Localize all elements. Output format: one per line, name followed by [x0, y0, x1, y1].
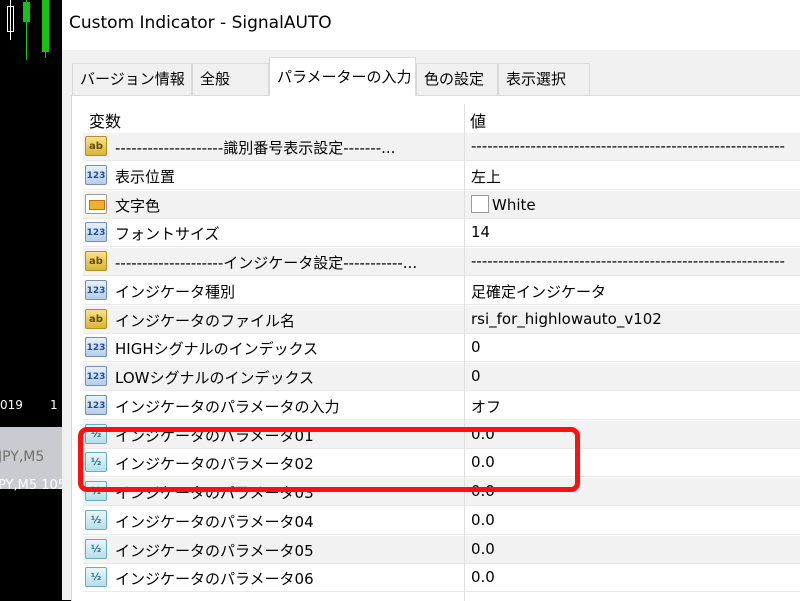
parameter-value[interactable]: 0.0 — [471, 511, 800, 529]
parameter-name: インジケータのパラメータ01 — [115, 426, 314, 445]
tab-display-selection[interactable]: 表示選択 — [498, 63, 590, 95]
parameter-name: インジケータ種別 — [115, 282, 236, 301]
parameter-name: LOWシグナルのインデックス — [115, 369, 315, 387]
parameter-value[interactable]: オフ — [471, 396, 800, 417]
column-separator[interactable] — [464, 104, 465, 601]
parameter-name: インジケータのパラメータ05 — [115, 541, 314, 560]
parameter-name: 表示位置 — [115, 167, 176, 186]
parameter-name: インジケータのパラメータの入力 — [115, 397, 340, 416]
table-row[interactable]: ab --------------------識別番号表示設定-------...… — [83, 133, 800, 161]
table-row[interactable]: ½ インジケータのパラメータ02 0.0 — [83, 449, 800, 478]
parameter-value[interactable]: 0.0 — [471, 453, 800, 471]
parameter-value[interactable]: 0.0 — [471, 540, 800, 558]
parameter-panel: 変数 値 ab --------------------識別番号表示設定-----… — [71, 95, 800, 601]
chart-candle — [7, 6, 14, 32]
half-icon: ½ — [85, 538, 107, 559]
table-row[interactable]: ab インジケータのファイル名 rsi_for_highlowauto_v102 — [83, 305, 800, 334]
tab-general[interactable]: 全般 — [192, 63, 269, 95]
parameter-name: インジケータのファイル名 — [115, 311, 296, 330]
parameter-name: フォントサイズ — [115, 225, 220, 244]
color-swatch — [471, 194, 489, 213]
parameter-name: --------------------インジケータ設定-----------.… — [115, 254, 418, 272]
123-icon: 123 — [85, 222, 107, 243]
chart-bottom-label: PY,M5 105 — [0, 478, 62, 493]
half-icon: ½ — [85, 452, 107, 473]
parameter-value[interactable]: 0.0 — [471, 482, 800, 500]
table-row[interactable]: 123 表示位置 左上 — [83, 162, 800, 190]
table-row[interactable]: ½ インジケータのパラメータ01 0.0 — [83, 420, 800, 449]
table-row[interactable]: 123 LOWシグナルのインデックス 0 — [83, 363, 800, 391]
table-row[interactable]: ab --------------------インジケータ設定----------… — [83, 248, 800, 276]
parameter-value[interactable]: 0.0 — [471, 568, 800, 586]
half-icon: ½ — [85, 509, 107, 530]
parameter-value[interactable]: 14 — [471, 223, 800, 241]
tab-parameter-input[interactable]: パラメーターの入力 — [269, 57, 416, 96]
chart-date-label-2: 1 — [50, 398, 58, 412]
tabs-area: バージョン情報 全般 パラメーターの入力 色の設定 表示選択 変数 値 ab --… — [62, 50, 800, 601]
parameter-value[interactable]: rsi_for_highlowauto_v102 — [471, 310, 800, 328]
ab-icon: ab — [85, 251, 107, 271]
half-icon: ½ — [85, 423, 107, 444]
table-row[interactable]: ½ インジケータのパラメータ04 0.0 — [83, 507, 800, 535]
parameter-value[interactable]: 0.0 — [471, 425, 800, 443]
tab-version-info[interactable]: バージョン情報 — [72, 63, 192, 95]
parameter-name: インジケータのパラメータ02 — [115, 455, 314, 474]
title-bar[interactable]: Custom Indicator - SignalAUTO — [62, 0, 800, 50]
table-row[interactable]: ½ インジケータのパラメータ05 0.0 — [83, 535, 800, 564]
parameter-name: インジケータのパラメータ04 — [115, 512, 314, 531]
chart-date-label: 019 — [0, 398, 23, 412]
parameter-value[interactable]: 0 — [471, 367, 800, 385]
ab-icon: ab — [85, 308, 107, 329]
color-icon — [85, 193, 107, 214]
table-row[interactable]: ½ インジケータのパラメータ03 0.0 — [83, 478, 800, 506]
parameter-name: 文字色 — [115, 196, 161, 215]
parameter-value[interactable]: 左上 — [471, 166, 800, 187]
chart-candle — [42, 0, 49, 52]
chart-tab-label: JPY,M5 — [0, 449, 45, 465]
background-chart: 019 1 JPY,M5 PY,M5 105 — [0, 0, 62, 600]
half-icon: ½ — [85, 567, 107, 588]
half-icon: ½ — [85, 481, 107, 501]
123-icon: 123 — [85, 279, 107, 300]
123-icon: 123 — [85, 394, 107, 415]
color-value-text: White — [492, 195, 536, 214]
chart-candle — [23, 2, 30, 22]
parameter-value[interactable]: ----------------------------------------… — [471, 252, 800, 270]
tab-color-settings[interactable]: 色の設定 — [416, 63, 498, 95]
grid-header: 変数 値 — [83, 104, 800, 134]
123-icon: 123 — [85, 366, 107, 386]
table-row[interactable]: 123 HIGHシグナルのインデックス 0 — [83, 334, 800, 363]
table-row[interactable]: ½ インジケータのパラメータ06 0.0 — [83, 564, 800, 593]
value-column-header[interactable]: 値 — [470, 108, 486, 132]
parameter-name: --------------------識別番号表示設定-------... — [115, 139, 396, 157]
table-row[interactable]: 123 インジケータのパラメータの入力 オフ — [83, 392, 800, 420]
window-title: Custom Indicator - SignalAUTO — [69, 13, 332, 33]
ab-icon: ab — [85, 136, 107, 156]
parameter-value[interactable]: ----------------------------------------… — [471, 137, 800, 155]
parameter-value[interactable]: 足確定インジケータ — [471, 281, 800, 302]
table-row[interactable]: 文字色 White — [83, 190, 800, 219]
variable-column-header[interactable]: 変数 — [89, 108, 121, 132]
table-row[interactable]: 123 インジケータ種別 足確定インジケータ — [83, 277, 800, 305]
parameter-name: HIGHシグナルのインデックス — [115, 340, 319, 359]
parameter-value[interactable]: White — [471, 194, 800, 214]
parameter-grid: 変数 値 ab --------------------識別番号表示設定-----… — [83, 104, 800, 601]
123-icon: 123 — [85, 337, 107, 358]
123-icon: 123 — [85, 164, 107, 185]
parameter-value[interactable]: 0 — [471, 338, 800, 356]
custom-indicator-dialog: Custom Indicator - SignalAUTO バージョン情報 全般… — [62, 0, 800, 601]
parameter-name: インジケータのパラメータ06 — [115, 570, 314, 589]
table-row[interactable]: 123 フォントサイズ 14 — [83, 219, 800, 248]
parameter-name: インジケータのパラメータ03 — [115, 484, 314, 502]
